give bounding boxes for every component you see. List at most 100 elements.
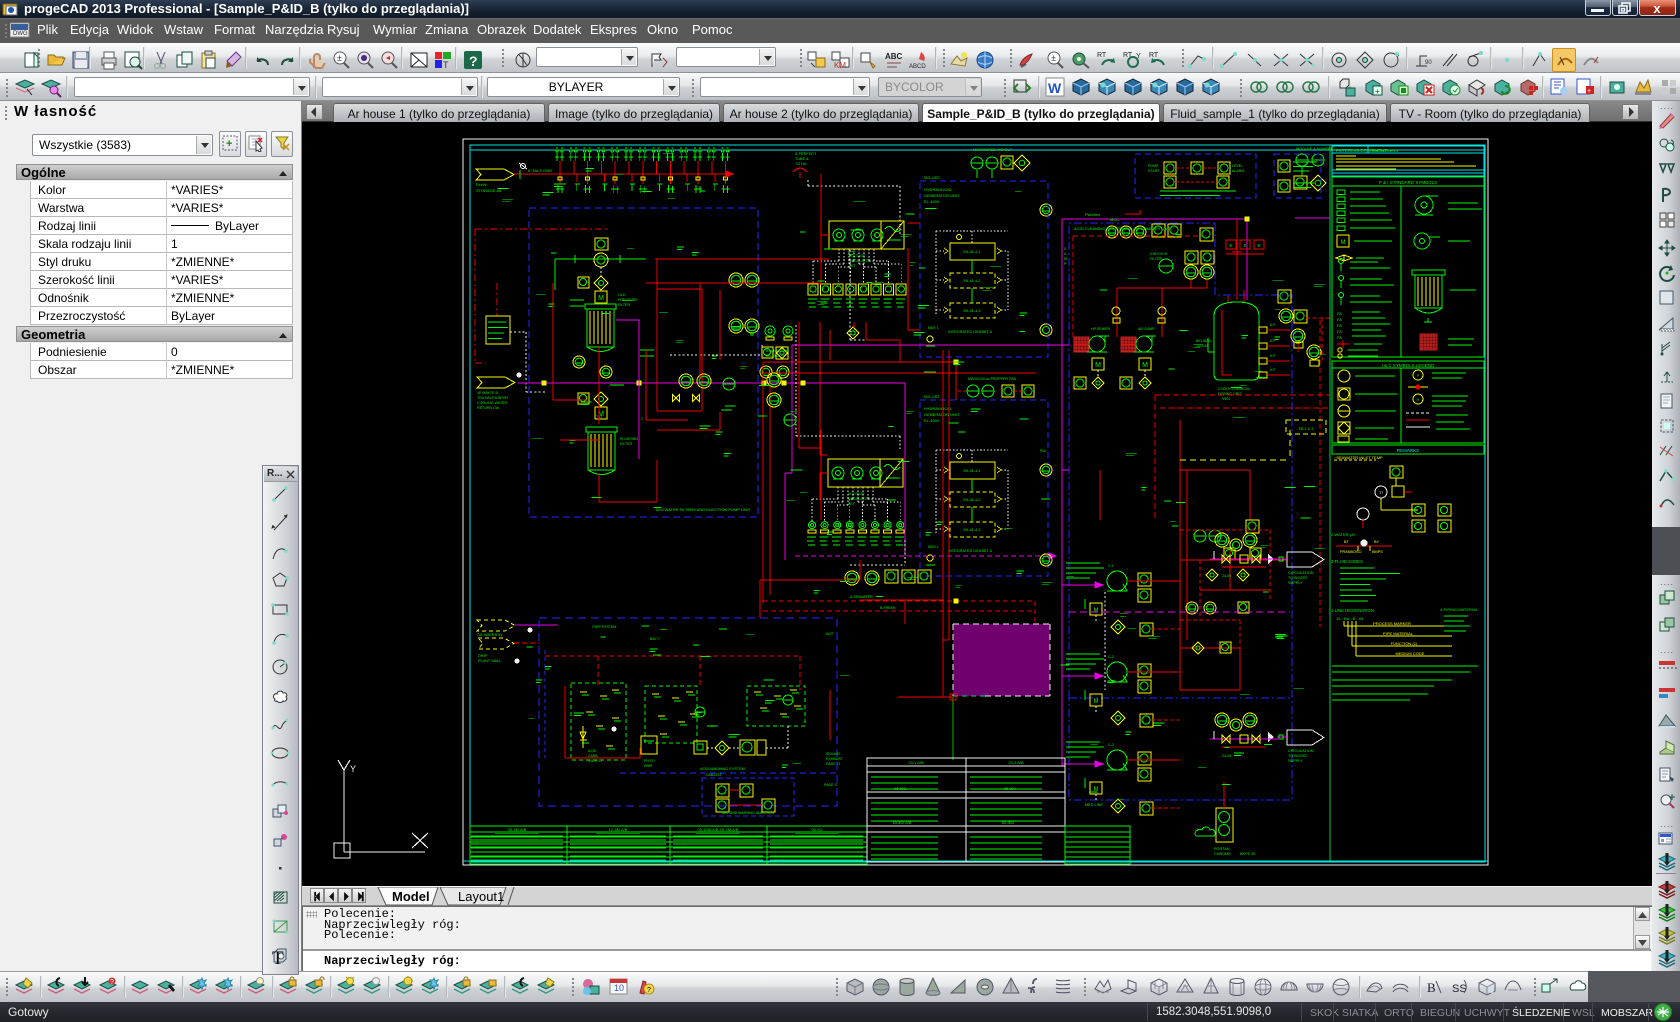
svg-text:START: START — [1148, 169, 1160, 173]
svg-text:FA: FA — [1337, 311, 1342, 316]
svg-text:E6-41-4-3: E6-41-4-3 — [964, 309, 981, 313]
svg-text:EL-4000: EL-4000 — [924, 418, 940, 423]
svg-text:TEA SALT B SPOR: TEA SALT B SPOR — [477, 396, 508, 400]
svg-text:VOLTAGE: VOLTAGE — [848, 492, 865, 496]
svg-text:FA: FA — [1337, 323, 1342, 328]
svg-text:Y: Y — [1136, 53, 1141, 60]
svg-text:P & I STANDARD SYMBOLS: P & I STANDARD SYMBOLS — [1379, 180, 1437, 185]
svg-text:E6-41-4-2: E6-41-4-2 — [964, 498, 981, 502]
svg-text:Layout1: Layout1 — [458, 889, 504, 904]
svg-text:b-P: b-P — [1270, 354, 1276, 358]
svg-text:BMPS: BMPS — [1372, 550, 1383, 554]
svg-text:OLD: OLD — [618, 293, 626, 297]
svg-text:A: A — [1064, 252, 1067, 256]
svg-text:MDE 1: MDE 1 — [928, 326, 939, 330]
svg-text:SEA AIR: SEA AIR — [826, 752, 840, 756]
svg-text:FILTER: FILTER — [620, 442, 633, 446]
svg-text:AUT: AUT — [826, 632, 834, 636]
svg-text:PH TO: PH TO — [644, 759, 655, 763]
svg-text:DRIP: DRIP — [478, 654, 488, 658]
svg-text:REGULATOR: REGULATOR — [849, 259, 871, 263]
svg-text:P: P — [1064, 262, 1067, 266]
svg-text:C-3: C-3 — [1108, 743, 1114, 747]
svg-text:COOLING WATER: COOLING WATER — [477, 401, 508, 405]
svg-text:MED LINE: MED LINE — [1085, 803, 1103, 807]
svg-text:PIPE MATERIAL: PIPE MATERIAL — [1383, 631, 1414, 636]
svg-text:ACID CLEANING SYSTEM AND AIR C: ACID CLEANING SYSTEM AND AIR COMPLEX UNI… — [1074, 226, 1171, 231]
svg-text:I & C SYMBOLS LEGEND: I & C SYMBOLS LEGEND — [1382, 363, 1436, 368]
svg-text:C-2: C-2 — [1108, 655, 1114, 659]
svg-text:CIRCULATION: CIRCULATION — [1288, 749, 1314, 753]
svg-text:~SEAWATER INLET TEMP: ~SEAWATER INLET TEMP — [1334, 455, 1383, 460]
svg-text:E: E — [1257, 243, 1260, 248]
svg-text:TAG LIST: TAG LIST — [923, 176, 940, 180]
svg-text:FA: FA — [1337, 317, 1342, 322]
svg-text:MCC: MCC — [1110, 217, 1119, 222]
svg-text:23-1 A/B: 23-1 A/B — [908, 760, 924, 765]
svg-text:BIG WALL: BIG WALL — [1196, 339, 1212, 343]
svg-text:AG SUMP: AG SUMP — [1138, 327, 1155, 331]
svg-text:C: C — [641, 417, 644, 421]
svg-text:FILTER: FILTER — [618, 303, 631, 307]
svg-text:3-FLUID CODES: 3-FLUID CODES — [1331, 559, 1363, 564]
svg-text:CARB: CARB — [588, 754, 598, 758]
svg-text:?: ? — [110, 979, 114, 986]
svg-text:H: H — [1417, 397, 1420, 402]
svg-text:2-WATER pH: 2-WATER pH — [1331, 532, 1355, 537]
svg-text:S: S — [1064, 247, 1067, 251]
svg-text:EXHAUST: EXHAUST — [826, 757, 844, 761]
svg-text:MEDIUM CODE: MEDIUM CODE — [1396, 651, 1425, 656]
svg-text:B-FRESH: B-FRESH — [880, 606, 896, 610]
svg-text:6"-MA-F-OMS: 6"-MA-F-OMS — [528, 169, 552, 173]
svg-text:REGULATOR: REGULATOR — [848, 497, 870, 501]
svg-text:HYDRAULICAL: HYDRAULICAL — [924, 406, 953, 411]
svg-text:INTEGRATED GENSET A: INTEGRATED GENSET A — [948, 330, 993, 334]
svg-text:OIL WATER IN: OIL WATER IN — [477, 633, 502, 637]
svg-text:E6-41-4-1: E6-41-4-1 — [964, 250, 981, 254]
svg-text:GENERATOR UNIT: GENERATOR UNIT — [924, 193, 960, 198]
svg-text:FLUSHING: FLUSHING — [620, 437, 638, 441]
svg-text:10 - BA - B - 04: 10 - BA - B - 04 — [1336, 616, 1364, 621]
svg-text:TO BOOST: TO BOOST — [1288, 754, 1308, 758]
svg-text:SEA WATER FILTERS AND INJECTIO: SEA WATER FILTERS AND INJECTION PUMP UNI… — [656, 507, 751, 512]
svg-text:TO HA: TO HA — [795, 162, 807, 166]
svg-text:REMARKS: REMARKS — [1397, 448, 1419, 453]
svg-text:65-302 A/B: 65-302 A/B — [893, 821, 912, 825]
svg-text:PW-Hme: PW-Hme — [1085, 213, 1100, 217]
svg-text:B: B — [1427, 980, 1436, 995]
svg-text:& PERFECT: & PERFECT — [795, 152, 817, 156]
svg-text:GATE 21: GATE 21 — [588, 759, 602, 763]
svg-text:RETURN CW: RETURN CW — [477, 406, 500, 410]
svg-text:SUPPLY: SUPPLY — [1288, 759, 1303, 763]
svg-text:+: + — [1587, 88, 1591, 95]
svg-text:M: M — [1341, 240, 1346, 246]
svg-text:±: ± — [1051, 53, 1056, 63]
svg-text:65-304: 65-304 — [1002, 821, 1014, 825]
svg-text:RT: RT — [1097, 52, 1107, 59]
svg-text:ABC: ABC — [885, 52, 903, 61]
svg-text:C-1: C-1 — [1108, 564, 1114, 568]
svg-text:PUMP: PUMP — [1148, 164, 1159, 168]
svg-text:Model: Model — [392, 889, 430, 904]
svg-text:4P MAYTE B: 4P MAYTE B — [477, 391, 498, 395]
svg-text:PAGE 71: PAGE 71 — [826, 762, 841, 766]
svg-text:DRIP: DRIP — [644, 764, 653, 768]
svg-text:PLANT WALL: PLANT WALL — [478, 659, 501, 663]
svg-text:P02: P02 — [1040, 449, 1046, 453]
svg-text:?: ? — [647, 987, 651, 994]
svg-text:LEVEL: LEVEL — [1232, 164, 1243, 168]
svg-text:TAG LIST: TAG LIST — [923, 395, 940, 399]
svg-text:23-2 A/B: 23-2 A/B — [1008, 760, 1024, 765]
svg-text:T: T — [443, 60, 449, 70]
svg-text:HYDRAULICAL: HYDRAULICAL — [924, 187, 953, 192]
svg-text:BANK FILTER: BANK FILTER — [766, 349, 789, 353]
svg-text:FILTER: FILTER — [1150, 257, 1163, 261]
svg-text:MODULE & NUMERIC: MODULE & NUMERIC — [1296, 147, 1335, 151]
svg-text:ACID: ACID — [588, 749, 597, 753]
svg-text:Y: Y — [350, 764, 356, 774]
svg-text:SS: SS — [1452, 983, 1467, 995]
svg-text:?: ? — [469, 53, 478, 69]
svg-text:EL-4000: EL-4000 — [924, 199, 940, 204]
svg-text:HP SEWER: HP SEWER — [1091, 327, 1111, 331]
svg-text:PORTAN: PORTAN — [1214, 847, 1230, 851]
